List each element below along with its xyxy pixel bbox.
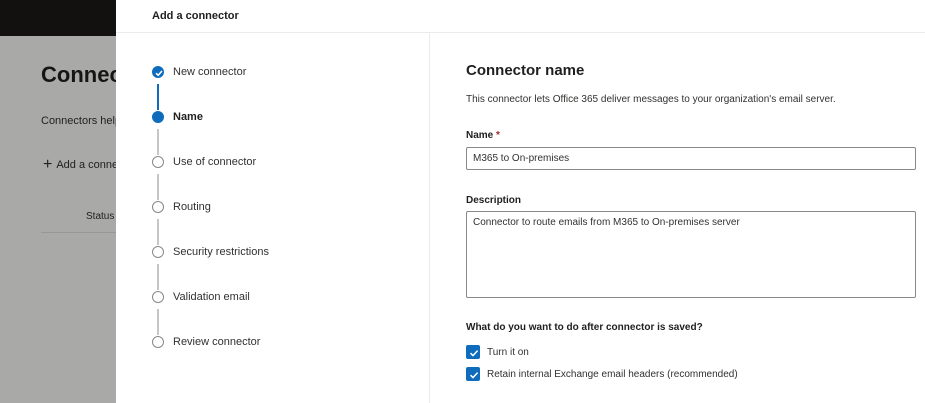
checkmark-icon: [152, 66, 164, 78]
required-indicator: *: [496, 130, 500, 141]
retain-headers-option[interactable]: Retain internal Exchange email headers (…: [466, 366, 738, 382]
checkbox-label: Retain internal Exchange email headers (…: [487, 368, 738, 380]
description-textarea[interactable]: Connector to route emails from M365 to O…: [466, 211, 916, 298]
checkbox-label: Turn it on: [487, 346, 529, 358]
wizard-stepper: New connector Name Use of connector Rout…: [116, 33, 430, 403]
step-label: Name: [173, 111, 203, 123]
form-intro: This connector lets Office 365 deliver m…: [466, 94, 836, 105]
after-save-question: What do you want to do after connector i…: [466, 322, 703, 333]
pending-step-icon: [152, 156, 164, 168]
description-field-label: Description: [466, 195, 522, 206]
panel-title: Add a connector: [152, 10, 239, 22]
pending-step-icon: [152, 291, 164, 303]
step-label: Routing: [173, 201, 211, 213]
turn-it-on-option[interactable]: Turn it on: [466, 344, 529, 360]
step-validation-email[interactable]: Validation email: [152, 287, 250, 307]
pending-step-icon: [152, 336, 164, 348]
retain-headers-checkbox[interactable]: [466, 367, 480, 381]
add-connector-panel: Add a connector New connector Name Use o…: [116, 0, 925, 403]
name-input[interactable]: [466, 147, 916, 170]
pending-step-icon: [152, 246, 164, 258]
step-label: Validation email: [173, 291, 250, 303]
step-use-of-connector[interactable]: Use of connector: [152, 152, 256, 172]
current-step-icon: [152, 111, 164, 123]
name-label-text: Name: [466, 130, 494, 141]
step-new-connector[interactable]: New connector: [152, 62, 246, 82]
connector-name-form: Connector name This connector lets Offic…: [466, 33, 916, 403]
panel-header: Add a connector: [116, 0, 925, 33]
step-name[interactable]: Name: [152, 107, 203, 127]
step-label: New connector: [173, 66, 247, 78]
name-field-label: Name *: [466, 130, 500, 141]
form-heading: Connector name: [466, 62, 585, 79]
pending-step-icon: [152, 201, 164, 213]
step-routing[interactable]: Routing: [152, 197, 211, 217]
step-security-restrictions[interactable]: Security restrictions: [152, 242, 269, 262]
step-label: Review connector: [173, 336, 261, 348]
step-label: Use of connector: [173, 156, 257, 168]
step-label: Security restrictions: [173, 246, 269, 258]
turn-it-on-checkbox[interactable]: [466, 345, 480, 359]
step-review-connector[interactable]: Review connector: [152, 332, 260, 352]
